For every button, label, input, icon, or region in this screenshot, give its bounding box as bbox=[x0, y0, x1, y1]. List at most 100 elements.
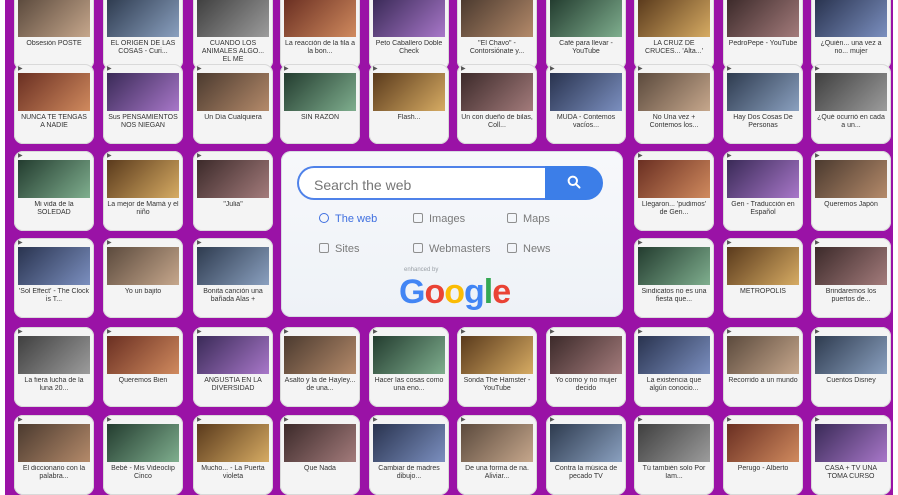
video-tile[interactable]: ▶La reacción de la fila a la bon... bbox=[280, 0, 360, 70]
play-icon: ▶ bbox=[815, 329, 820, 335]
video-tile[interactable]: ▶ La fiera lucha de la luna 20... bbox=[14, 327, 94, 407]
video-title: Queremos Japón bbox=[824, 201, 878, 208]
video-tile[interactable]: ▶ METRÓPOLIS bbox=[723, 238, 803, 318]
video-tile[interactable]: ▶ Asalto y la de Hayley... de una... bbox=[280, 327, 360, 407]
video-tile[interactable]: ▶ Mi vida de la SOLEDAD bbox=[14, 151, 94, 231]
play-icon: ▶ bbox=[284, 329, 289, 335]
video-tile[interactable]: ▶¿Quién... una vez a no... mujer bbox=[811, 0, 891, 70]
video-tile[interactable]: ▶ El diccionario con la palabra... bbox=[14, 415, 94, 495]
search-icon bbox=[567, 175, 581, 189]
video-tile[interactable]: ▶Café para llevar - YouTube bbox=[546, 0, 626, 70]
video-tile[interactable]: ▶Obsesión POSTE bbox=[14, 0, 94, 70]
video-tile[interactable]: ▶ De una forma de na. Aliviar... bbox=[457, 415, 537, 495]
search-option-sites[interactable]: Sites bbox=[319, 243, 359, 255]
search-option-label: Maps bbox=[523, 213, 550, 225]
video-tile[interactable]: ▶CUANDO LOS ANIMALES ALGO... EL ME bbox=[193, 0, 273, 70]
video-tile[interactable]: ▶ CASA + TV UNA TOMA CURSO bbox=[811, 415, 891, 495]
video-tile[interactable]: ▶ Un Día Cualquiera bbox=[193, 64, 273, 144]
video-title: Sonda The Hamster - YouTube bbox=[463, 377, 531, 392]
video-tile[interactable]: ▶ Brindaremos los puertos de... bbox=[811, 238, 891, 318]
video-tile[interactable]: ▶ ANGUSTIA EN LA DIVERSIDAD bbox=[193, 327, 273, 407]
video-thumbnail bbox=[18, 336, 90, 374]
video-tile[interactable]: ▶ Sindicatos no es una fiesta que... bbox=[634, 238, 714, 318]
play-icon: ▶ bbox=[461, 417, 466, 423]
video-tile[interactable]: ▶ Bonita canción una bañada Alas + bbox=[193, 238, 273, 318]
video-title: Recorrido a un mundo bbox=[728, 377, 798, 384]
video-title: MUDA - Contemos vacíos... bbox=[556, 114, 616, 129]
video-tile[interactable]: ▶ Sus PENSAMIENTOS NOS NIEGAN bbox=[103, 64, 183, 144]
video-title: ¿Qué ocurrió en cada a un... bbox=[817, 114, 885, 129]
video-tile[interactable]: ▶ No Una vez + Contemos los... bbox=[634, 64, 714, 144]
video-tile[interactable]: ▶ MUDA - Contemos vacíos... bbox=[546, 64, 626, 144]
video-tile[interactable]: ▶ Flash... bbox=[369, 64, 449, 144]
video-tile[interactable]: ▶ Hacer las cosas como una eno... bbox=[369, 327, 449, 407]
video-tile[interactable]: ▶ La mejor de Mamá y el niño bbox=[103, 151, 183, 231]
video-tile[interactable]: ▶ Que Nada bbox=[280, 415, 360, 495]
video-tile[interactable]: ▶ "Julia" bbox=[193, 151, 273, 231]
play-icon: ▶ bbox=[727, 417, 732, 423]
search-icon bbox=[319, 213, 329, 223]
play-icon: ▶ bbox=[107, 240, 112, 246]
video-tile[interactable]: ▶ Sonda The Hamster - YouTube bbox=[457, 327, 537, 407]
video-tile[interactable]: ▶ ¿Qué ocurrió en cada a un... bbox=[811, 64, 891, 144]
video-tile[interactable]: ▶ Yo como y no mujer decido bbox=[546, 327, 626, 407]
video-tile[interactable]: ▶ Gen - Traducción en Español bbox=[723, 151, 803, 231]
search-input[interactable] bbox=[312, 175, 546, 195]
video-title: "Julia" bbox=[223, 201, 243, 208]
video-tile[interactable]: ▶ Yo un bajito bbox=[103, 238, 183, 318]
video-title: Brindaremos los puertos de... bbox=[825, 288, 877, 303]
video-tile[interactable]: ▶ NUNCA TE TENGAS A NADIE bbox=[14, 64, 94, 144]
video-tile[interactable]: ▶ Hay Dos Cosas De Personas bbox=[723, 64, 803, 144]
video-tile[interactable]: ▶ Tú también solo Por Iam... bbox=[634, 415, 714, 495]
search-option-web[interactable]: The web bbox=[319, 213, 377, 225]
video-thumbnail bbox=[727, 160, 799, 198]
play-icon: ▶ bbox=[197, 240, 202, 246]
video-tile[interactable]: ▶ Bebé - Mis Videoclip Cinco bbox=[103, 415, 183, 495]
video-thumbnail bbox=[18, 160, 90, 198]
video-thumbnail bbox=[18, 424, 90, 462]
video-thumbnail bbox=[815, 73, 887, 111]
video-thumbnail bbox=[727, 0, 799, 37]
video-tile[interactable]: ▶ Mucho... - La Puerta violeta bbox=[193, 415, 273, 495]
video-thumbnail bbox=[815, 247, 887, 285]
video-tile[interactable]: ▶ SIN RAZÓN bbox=[280, 64, 360, 144]
video-title: Tú también solo Por Iam... bbox=[642, 465, 706, 480]
video-thumbnail bbox=[197, 0, 269, 37]
video-tile[interactable]: ▶ 'Sol Effect' - The Clock is T... bbox=[14, 238, 94, 318]
play-icon: ▶ bbox=[284, 66, 289, 72]
video-title: SIN RAZÓN bbox=[300, 114, 340, 121]
video-tile[interactable]: ▶ Queremos Japón bbox=[811, 151, 891, 231]
video-thumbnail bbox=[550, 336, 622, 374]
video-tile[interactable]: ▶ Llegaron... 'pudimos' de Gen... bbox=[634, 151, 714, 231]
image-icon bbox=[413, 213, 423, 223]
search-option-images[interactable]: Images bbox=[413, 213, 465, 225]
video-tile[interactable]: ▶PedroPepe - YouTube bbox=[723, 0, 803, 70]
video-tile[interactable]: ▶ Un con dueño de bilas, Coll... bbox=[457, 64, 537, 144]
video-tile[interactable]: ▶LA CRUZ DE CRUCES... 'Alta...' bbox=[634, 0, 714, 70]
video-tile[interactable]: ▶"El Chavo" - Contorsiónate y... bbox=[457, 0, 537, 70]
play-icon: ▶ bbox=[638, 153, 643, 159]
search-box[interactable] bbox=[297, 166, 565, 200]
video-tile[interactable]: ▶ Cambiar de madres dibujo... bbox=[369, 415, 449, 495]
video-thumbnail bbox=[461, 73, 533, 111]
search-option-maps[interactable]: Maps bbox=[507, 213, 550, 225]
video-thumbnail bbox=[727, 73, 799, 111]
video-tile[interactable]: ▶ Contra la música de pecado TV bbox=[546, 415, 626, 495]
checkbox-icon bbox=[319, 243, 329, 253]
news-icon bbox=[507, 243, 517, 253]
video-tile[interactable]: ▶ Perugo - Alberto bbox=[723, 415, 803, 495]
video-thumbnail bbox=[18, 73, 90, 111]
video-tile[interactable]: ▶Peto Caballero Doble Check bbox=[369, 0, 449, 70]
video-thumbnail bbox=[727, 424, 799, 462]
video-title: Cuentos Disney bbox=[826, 377, 876, 384]
video-tile[interactable]: ▶EL ORIGEN DE LAS COSAS - Curi... bbox=[103, 0, 183, 70]
video-thumbnail bbox=[107, 0, 179, 37]
video-tile[interactable]: ▶ Cuentos Disney bbox=[811, 327, 891, 407]
video-tile[interactable]: ▶ La existencia que algún conocio... bbox=[634, 327, 714, 407]
video-tile[interactable]: ▶ Recorrido a un mundo bbox=[723, 327, 803, 407]
video-tile[interactable]: ▶ Queremos Bien bbox=[103, 327, 183, 407]
search-option-webmasters[interactable]: Webmasters bbox=[413, 243, 491, 255]
search-option-news[interactable]: News bbox=[507, 243, 551, 255]
play-icon: ▶ bbox=[107, 417, 112, 423]
search-button[interactable] bbox=[545, 166, 603, 200]
